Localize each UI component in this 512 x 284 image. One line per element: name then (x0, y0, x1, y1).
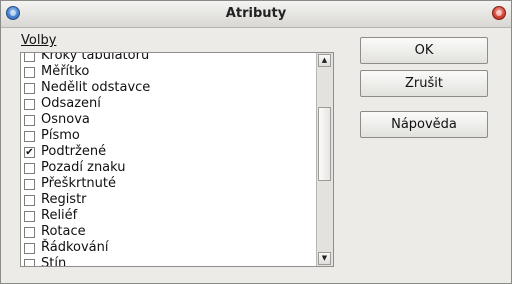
option-label: Odsazení (41, 96, 101, 111)
option-label: Nedělit odstavce (41, 80, 151, 95)
checkbox[interactable] (24, 66, 35, 78)
option-item[interactable]: Rotace (21, 224, 317, 240)
option-item[interactable]: Odsazení (21, 96, 317, 112)
checkbox[interactable] (24, 162, 35, 174)
option-label: Řádkování (41, 240, 109, 255)
checkbox[interactable] (24, 53, 35, 62)
option-item[interactable]: ✔ Podtržené (21, 144, 317, 160)
option-item[interactable]: Nedělit odstavce (21, 80, 317, 96)
options-label-text: Volby (21, 33, 57, 48)
option-item[interactable]: Řádkování (21, 240, 317, 256)
option-label: Stín (41, 256, 67, 267)
option-label: Registr (41, 192, 87, 207)
close-icon[interactable] (492, 6, 506, 20)
option-label: Osnova (41, 112, 90, 127)
checkbox[interactable] (24, 178, 35, 190)
options-list-items: Kroky tabulátoru Měřítko Nedělit odstavce O… (21, 52, 317, 267)
scroll-up-button[interactable]: ▲ (318, 54, 331, 67)
option-label: Podtržené (41, 144, 107, 159)
option-label: Měřítko (41, 64, 90, 79)
option-label: Rotace (41, 224, 86, 239)
checkbox[interactable] (24, 242, 35, 254)
option-item[interactable]: Měřítko (21, 64, 317, 80)
checked-checkbox[interactable]: ✔ (24, 146, 35, 158)
checkbox[interactable] (24, 82, 35, 94)
checkbox[interactable] (24, 210, 35, 222)
dialog-title: Atributy (225, 6, 287, 21)
scroll-thumb[interactable] (318, 107, 331, 181)
option-label: Pozadí znaku (41, 160, 126, 175)
option-item[interactable]: Registr (21, 192, 317, 208)
attributes-dialog: Atributy Volby Kroky tabulátoru Měřítko Ne… (0, 0, 512, 284)
title-bar[interactable]: Atributy (1, 1, 511, 28)
option-label: Písmo (41, 128, 80, 143)
checkbox[interactable] (24, 258, 35, 266)
checkbox[interactable] (24, 114, 35, 126)
checkbox[interactable] (24, 130, 35, 142)
option-label: Přeškrtnuté (41, 176, 116, 191)
checkbox[interactable] (24, 226, 35, 238)
scroll-down-button[interactable]: ▼ (318, 252, 331, 265)
option-item[interactable]: Přeškrtnuté (21, 176, 317, 192)
help-button[interactable]: Nápověda (360, 111, 488, 138)
option-item[interactable]: Kroky tabulátoru (21, 52, 317, 64)
option-label: Reliéf (41, 208, 78, 223)
options-label: Volby (21, 33, 56, 48)
checkbox[interactable] (24, 194, 35, 206)
ok-button[interactable]: OK (360, 37, 488, 64)
cancel-button[interactable]: Zrušit (360, 70, 488, 97)
option-label: Kroky tabulátoru (41, 52, 150, 63)
checkbox[interactable] (24, 98, 35, 110)
option-item[interactable]: Reliéf (21, 208, 317, 224)
option-item[interactable]: Pozadí znaku (21, 160, 317, 176)
options-list[interactable]: Kroky tabulátoru Měřítko Nedělit odstavce O… (20, 52, 334, 267)
option-item[interactable]: Stín (21, 256, 317, 267)
option-item[interactable]: Písmo (21, 128, 317, 144)
option-item[interactable]: Osnova (21, 112, 317, 128)
options-scrollbar[interactable]: ▲ ▼ (316, 53, 333, 266)
